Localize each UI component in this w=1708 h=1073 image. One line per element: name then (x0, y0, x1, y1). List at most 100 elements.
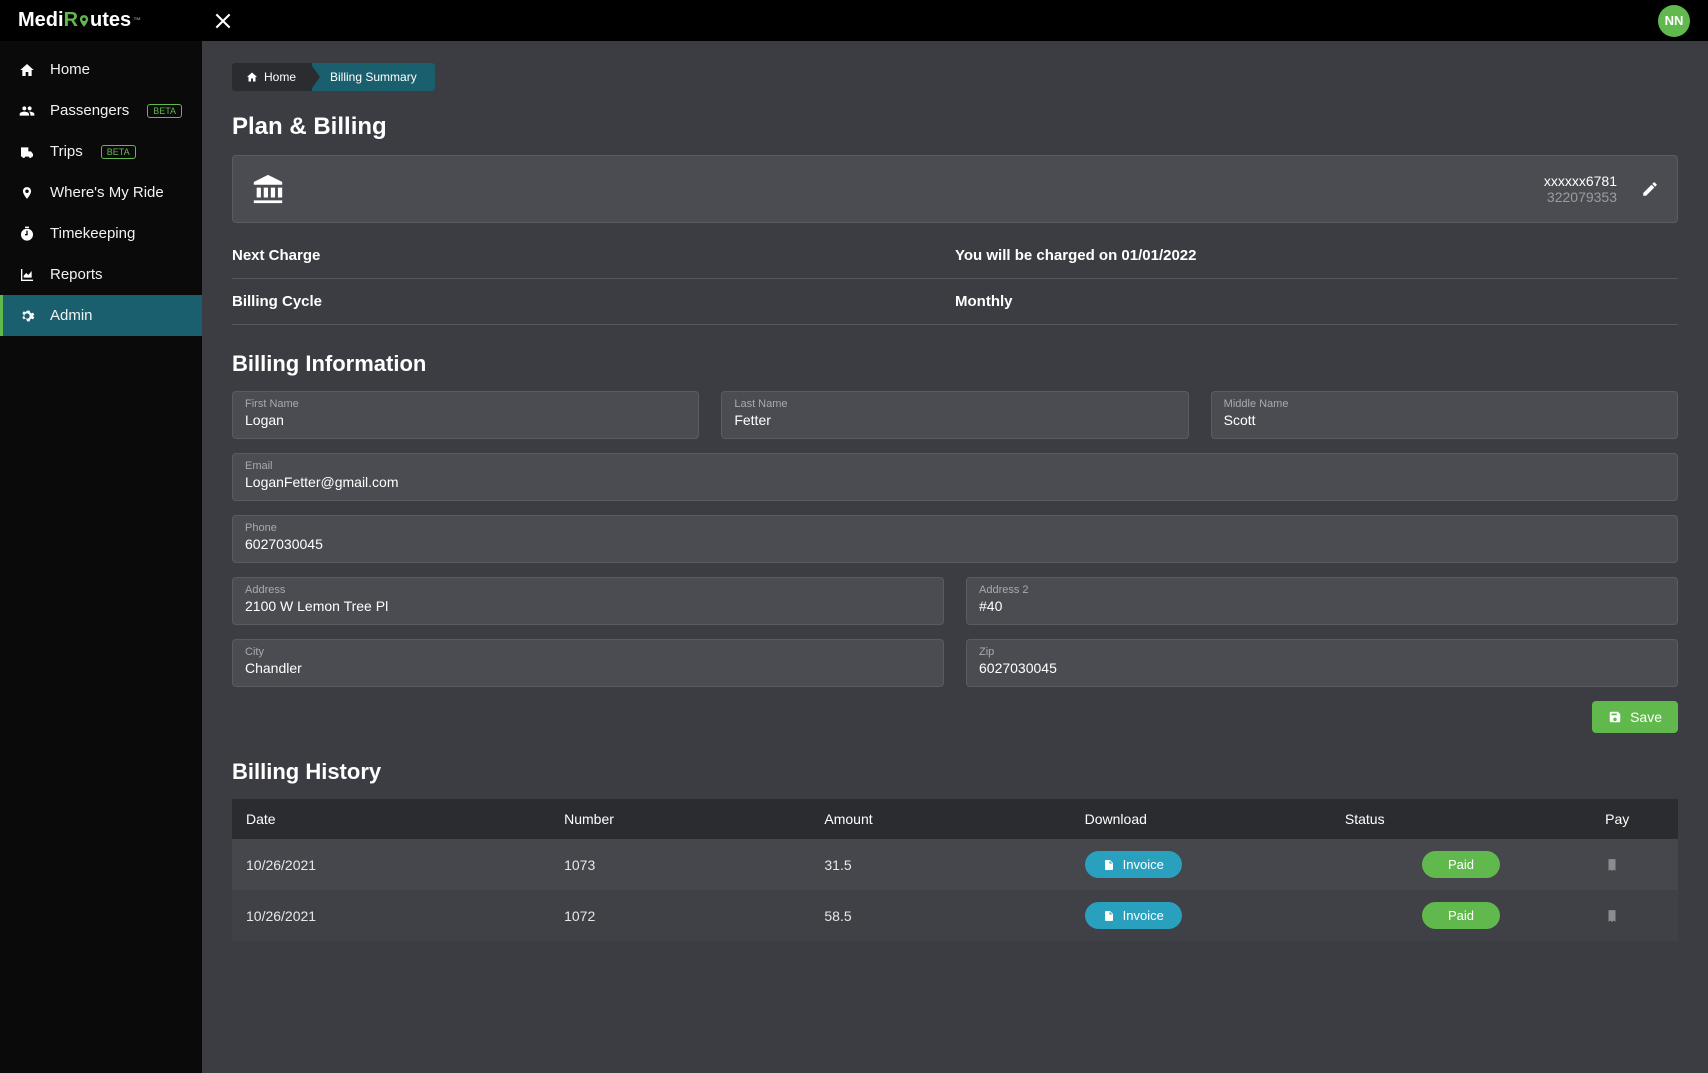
page-title: Plan & Billing (232, 113, 1678, 141)
billing-cycle-label: Billing Cycle (232, 293, 955, 310)
bank-account-card: xxxxxx6781 322079353 (232, 155, 1678, 223)
col-amount: Amount (810, 799, 1070, 839)
sidebar-item-label: Reports (50, 266, 103, 283)
breadcrumb-current-label: Billing Summary (330, 70, 417, 84)
middle-name-field[interactable]: Middle Name (1211, 391, 1678, 439)
table-row: 10/26/2021107258.5InvoicePaid (232, 890, 1678, 941)
address-input[interactable] (245, 598, 931, 614)
logo-tm: ™ (133, 16, 141, 25)
sidebar-item-label: Admin (50, 307, 93, 324)
home-icon (246, 71, 258, 83)
first-name-field[interactable]: First Name (232, 391, 699, 439)
sidebar-item-label: Trips (50, 143, 83, 160)
beta-badge: BETA (101, 145, 136, 159)
logo-text-1: Medi (18, 9, 64, 32)
billing-info-title: Billing Information (232, 351, 1678, 377)
logo[interactable]: MediRutes™ (18, 9, 141, 32)
save-icon (1608, 710, 1622, 724)
logo-text-2: R (64, 9, 78, 32)
field-label: City (245, 646, 931, 658)
avatar-initials: NN (1665, 13, 1684, 28)
next-charge-row: Next Charge You will be charged on 01/01… (232, 233, 1678, 279)
sidebar: Home Passengers BETA Trips BETA Where's … (0, 41, 202, 1073)
sidebar-item-passengers[interactable]: Passengers BETA (0, 90, 202, 131)
stopwatch-icon (18, 226, 36, 242)
zip-input[interactable] (979, 660, 1665, 676)
sidebar-item-trips[interactable]: Trips BETA (0, 131, 202, 172)
trips-icon (18, 144, 36, 160)
home-icon (18, 62, 36, 78)
col-date: Date (232, 799, 550, 839)
routing-number: 322079353 (1544, 189, 1617, 205)
close-icon[interactable] (213, 11, 233, 31)
field-label: Email (245, 460, 1665, 472)
field-label: First Name (245, 398, 686, 410)
sidebar-item-label: Where's My Ride (50, 184, 164, 201)
first-name-input[interactable] (245, 412, 686, 428)
address-field[interactable]: Address (232, 577, 944, 625)
billing-info-form: First Name Last Name Middle Name Email (232, 391, 1678, 687)
invoice-button[interactable]: Invoice (1085, 902, 1182, 929)
sidebar-item-wheres-my-ride[interactable]: Where's My Ride (0, 172, 202, 213)
sidebar-item-reports[interactable]: Reports (0, 254, 202, 295)
cell-download: Invoice (1071, 839, 1331, 890)
billing-cycle-value: Monthly (955, 293, 1678, 310)
city-field[interactable]: City (232, 639, 944, 687)
cell-pay (1591, 839, 1678, 890)
logo-text-3: utes (90, 9, 131, 32)
col-number: Number (550, 799, 810, 839)
email-field[interactable]: Email (232, 453, 1678, 501)
receipt-icon[interactable] (1605, 908, 1664, 924)
passengers-icon (18, 103, 36, 119)
phone-input[interactable] (245, 536, 1665, 552)
middle-name-input[interactable] (1224, 412, 1665, 428)
email-input[interactable] (245, 474, 1665, 490)
billing-history-title: Billing History (232, 759, 1678, 785)
field-label: Phone (245, 522, 1665, 534)
breadcrumb-home-label: Home (264, 70, 296, 84)
main-content: Home Billing Summary Plan & Billing xxxx… (202, 41, 1708, 1073)
breadcrumb-current: Billing Summary (312, 63, 435, 91)
sidebar-item-admin[interactable]: Admin (0, 295, 202, 336)
save-button[interactable]: Save (1592, 701, 1678, 733)
city-input[interactable] (245, 660, 931, 676)
admin-icon (18, 308, 36, 324)
phone-field[interactable]: Phone (232, 515, 1678, 563)
last-name-input[interactable] (734, 412, 1175, 428)
invoice-label: Invoice (1123, 908, 1164, 923)
zip-field[interactable]: Zip (966, 639, 1678, 687)
location-icon (18, 185, 36, 201)
field-label: Address 2 (979, 584, 1665, 596)
sidebar-item-label: Passengers (50, 102, 129, 119)
billing-cycle-row: Billing Cycle Monthly (232, 279, 1678, 325)
cell-amount: 31.5 (810, 839, 1070, 890)
file-icon (1103, 910, 1115, 922)
col-status: Status (1331, 799, 1591, 839)
field-label: Middle Name (1224, 398, 1665, 410)
invoice-button[interactable]: Invoice (1085, 851, 1182, 878)
next-charge-label: Next Charge (232, 247, 955, 264)
sidebar-item-timekeeping[interactable]: Timekeeping (0, 213, 202, 254)
cell-status: Paid (1331, 839, 1591, 890)
last-name-field[interactable]: Last Name (721, 391, 1188, 439)
field-label: Address (245, 584, 931, 596)
cell-amount: 58.5 (810, 890, 1070, 941)
avatar[interactable]: NN (1658, 5, 1690, 37)
next-charge-value: You will be charged on 01/01/2022 (955, 247, 1678, 264)
address2-input[interactable] (979, 598, 1665, 614)
reports-icon (18, 267, 36, 283)
billing-history-table: Date Number Amount Download Status Pay 1… (232, 799, 1678, 941)
breadcrumb-home[interactable]: Home (232, 63, 310, 91)
field-label: Zip (979, 646, 1665, 658)
account-masked: xxxxxx6781 (1544, 173, 1617, 189)
sidebar-item-home[interactable]: Home (0, 49, 202, 90)
cell-status: Paid (1331, 890, 1591, 941)
receipt-icon[interactable] (1605, 857, 1664, 873)
cell-download: Invoice (1071, 890, 1331, 941)
address2-field[interactable]: Address 2 (966, 577, 1678, 625)
sidebar-item-label: Home (50, 61, 90, 78)
cell-date: 10/26/2021 (232, 890, 550, 941)
bank-icon (251, 172, 285, 206)
save-button-label: Save (1630, 709, 1662, 725)
edit-icon[interactable] (1641, 180, 1659, 198)
